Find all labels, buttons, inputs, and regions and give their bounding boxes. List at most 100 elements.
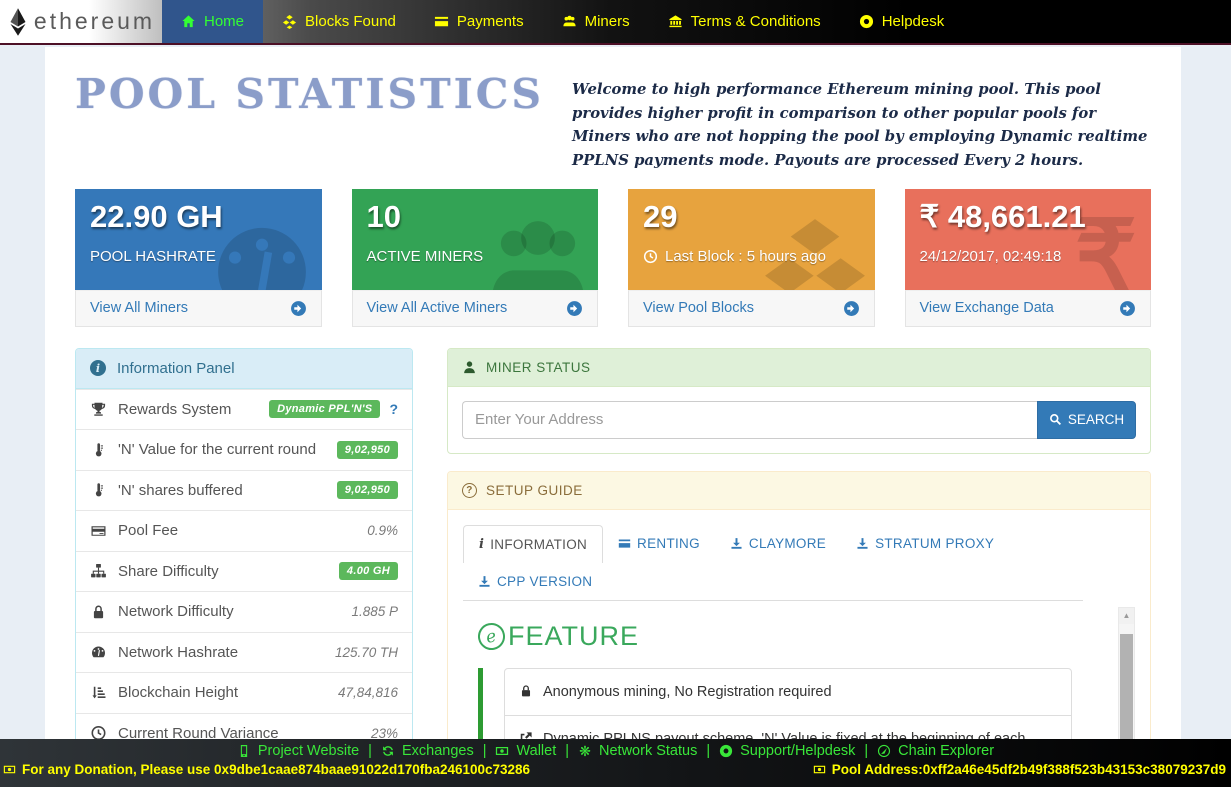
address-input[interactable] [462, 401, 1037, 439]
clock-icon [643, 249, 658, 264]
wallet-icon [3, 763, 16, 776]
info-row-blockchain-height: Blockchain Height 47,84,816 [76, 672, 412, 713]
feature-item-anonymous: Anonymous mining, No Registration requir… [504, 668, 1072, 716]
life-ring-icon [719, 744, 733, 758]
refresh-icon [381, 744, 395, 758]
footer-link-support[interactable]: Support/Helpdesk [719, 743, 855, 759]
setup-tabs: i INFORMATION RENTING CLAYMORE [463, 525, 1083, 601]
ethereum-circle-icon: e [475, 620, 507, 652]
info-row-label: 'N' Value for the current round [118, 441, 316, 458]
sitemap-icon [90, 563, 107, 579]
arrow-circle-right-icon[interactable] [843, 300, 860, 317]
exchange-timestamp: 24/12/2017, 02:49:18 [920, 248, 1137, 265]
share-difficulty-badge: 4.00 GH [339, 562, 398, 580]
credit-card-icon [618, 537, 631, 550]
ethereum-logo-icon [7, 7, 29, 37]
question-circle-icon: ? [462, 483, 477, 498]
welcome-text: Welcome to high performance Ethereum min… [572, 78, 1151, 173]
snowflake-icon: ❋ [578, 744, 592, 758]
bank-icon [668, 14, 683, 29]
search-button-label: SEARCH [1068, 412, 1124, 427]
footer-links-row: Project Website | Exchanges | Wallet | ❋… [0, 739, 1231, 759]
active-miners-value: 10 [367, 199, 584, 235]
tab-label: CPP VERSION [497, 574, 592, 589]
nav-item-helpdesk[interactable]: Helpdesk [840, 0, 964, 43]
view-pool-blocks-link[interactable]: View Pool Blocks [628, 290, 875, 327]
help-question-mark[interactable]: ? [389, 401, 398, 417]
info-row-label: Network Hashrate [118, 644, 238, 661]
sort-amount-icon [90, 685, 107, 701]
download-icon [730, 537, 743, 550]
tab-renting[interactable]: RENTING [603, 525, 715, 563]
footer: Project Website | Exchanges | Wallet | ❋… [0, 739, 1231, 787]
tab-label: INFORMATION [490, 537, 587, 552]
info-row-label: Share Difficulty [118, 563, 219, 580]
view-all-active-miners-link[interactable]: View All Active Miners [352, 290, 599, 327]
thermometer-icon [90, 482, 107, 498]
wallet-icon [495, 744, 509, 758]
miner-status-header: MINER STATUS [448, 349, 1150, 387]
info-row-label: Pool Fee [118, 522, 178, 539]
info-row-n-shares: 'N' shares buffered 9,02,950 [76, 470, 412, 511]
lock-icon [519, 684, 533, 698]
blockchain-height-value: 47,84,816 [338, 685, 398, 700]
lock-icon [90, 604, 107, 620]
logo-text: ethereum [34, 8, 155, 35]
trophy-icon [90, 401, 107, 417]
nav-item-payments[interactable]: Payments [415, 0, 543, 43]
info-row-label: 'N' shares buffered [118, 482, 243, 499]
nav-item-blocks-found[interactable]: Blocks Found [263, 0, 415, 43]
send-circle-icon [877, 744, 891, 758]
info-row-network-hashrate: Network Hashrate 125.70 TH [76, 632, 412, 673]
gauge-icon [90, 644, 107, 660]
pool-hashrate-label: POOL HASHRATE [90, 248, 307, 265]
info-row-label: Blockchain Height [118, 684, 238, 701]
credit-card-icon [90, 523, 107, 539]
footer-link-exchanges[interactable]: Exchanges [381, 743, 474, 759]
arrow-circle-right-icon[interactable] [1119, 300, 1136, 317]
pool-hashrate-value: 22.90 GH [90, 199, 307, 235]
search-button[interactable]: SEARCH [1037, 401, 1136, 439]
stat-card-blocks: 29 Last Block : 5 hours ago View Pool Bl… [628, 189, 875, 327]
footer-link-project-website[interactable]: Project Website [237, 743, 359, 759]
tab-cpp-version[interactable]: CPP VERSION [463, 563, 607, 600]
exchange-value: ₹ 48,661.21 [920, 199, 1137, 235]
arrow-circle-right-icon[interactable] [566, 300, 583, 317]
info-row-n-value: 'N' Value for the current round 9,02,950 [76, 429, 412, 470]
information-panel-header: i Information Panel [76, 349, 412, 389]
feature-item-text: Anonymous mining, No Registration requir… [543, 681, 832, 703]
network-difficulty-value: 1.885 P [351, 604, 398, 619]
tab-claymore[interactable]: CLAYMORE [715, 525, 841, 563]
download-icon [478, 575, 491, 588]
scrollbar-up-button[interactable]: ▲ [1119, 608, 1134, 624]
user-icon [462, 360, 477, 375]
blocks-value: 29 [643, 199, 860, 235]
tab-stratum-proxy[interactable]: STRATUM PROXY [841, 525, 1009, 563]
users-icon [562, 14, 577, 29]
view-exchange-data-link[interactable]: View Exchange Data [905, 290, 1152, 327]
footer-addresses-row: For any Donation, Please use 0x9dbe1caae… [0, 759, 1231, 777]
view-all-miners-link[interactable]: View All Miners [75, 290, 322, 327]
footer-link-wallet[interactable]: Wallet [495, 743, 556, 759]
thermometer-icon [90, 442, 107, 458]
logo[interactable]: ethereum [0, 0, 162, 43]
nav-item-terms[interactable]: Terms & Conditions [649, 0, 840, 43]
footer-link-chain-explorer[interactable]: Chain Explorer [877, 743, 994, 759]
network-hashrate-value: 125.70 TH [335, 645, 398, 660]
mobile-icon [237, 744, 251, 758]
nav-item-label: Terms & Conditions [691, 13, 821, 30]
footer-link-network-status[interactable]: ❋ Network Status [578, 743, 697, 759]
nav-item-home[interactable]: Home [162, 0, 263, 43]
tab-information[interactable]: i INFORMATION [463, 525, 603, 563]
tab-label: STRATUM PROXY [875, 536, 994, 551]
info-row-network-difficulty: Network Difficulty 1.885 P [76, 591, 412, 632]
stat-card-pool-hashrate: 22.90 GH POOL HASHRATE View All Miners [75, 189, 322, 327]
cubes-icon [282, 14, 297, 29]
stat-card-exchange: ₹ ₹ 48,661.21 24/12/2017, 02:49:18 View … [905, 189, 1152, 327]
info-icon: i [479, 538, 484, 551]
information-panel: i Information Panel Rewards System Dynam… [75, 348, 413, 787]
pool-fee-value: 0.9% [367, 523, 398, 538]
nav-item-miners[interactable]: Miners [543, 0, 649, 43]
nav-item-label: Payments [457, 13, 524, 30]
arrow-circle-right-icon[interactable] [290, 300, 307, 317]
